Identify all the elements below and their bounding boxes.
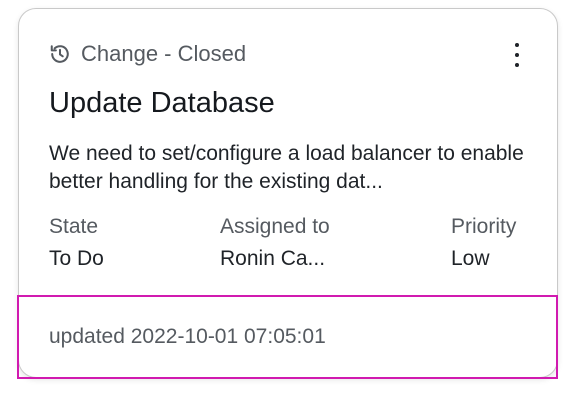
record-card[interactable]: Change - Closed Update Database We need … (17, 8, 558, 379)
more-vertical-icon (515, 43, 519, 47)
updated-timestamp: updated 2022-10-01 07:05:01 (49, 325, 326, 348)
state-field: State To Do (49, 211, 104, 275)
more-options-button[interactable] (507, 43, 527, 67)
priority-value: Low (451, 247, 490, 270)
assigned-to-label: Assigned to (220, 215, 330, 238)
record-type-label: Change - Closed (81, 41, 247, 66)
history-icon (49, 43, 71, 65)
assigned-to-value: Ronin Ca... (220, 247, 326, 270)
priority-field: Priority Low (451, 211, 516, 275)
record-description: We need to set/configure a load balancer… (49, 142, 524, 193)
record-type-row: Change - Closed (49, 41, 246, 67)
card-footer: updated 2022-10-01 07:05:01 (17, 295, 558, 379)
priority-label: Priority (451, 215, 517, 238)
record-title[interactable]: Update Database (49, 87, 275, 120)
state-label: State (49, 215, 99, 238)
state-value: To Do (49, 247, 104, 270)
assigned-to-field: Assigned to Ronin Ca... (220, 211, 330, 275)
